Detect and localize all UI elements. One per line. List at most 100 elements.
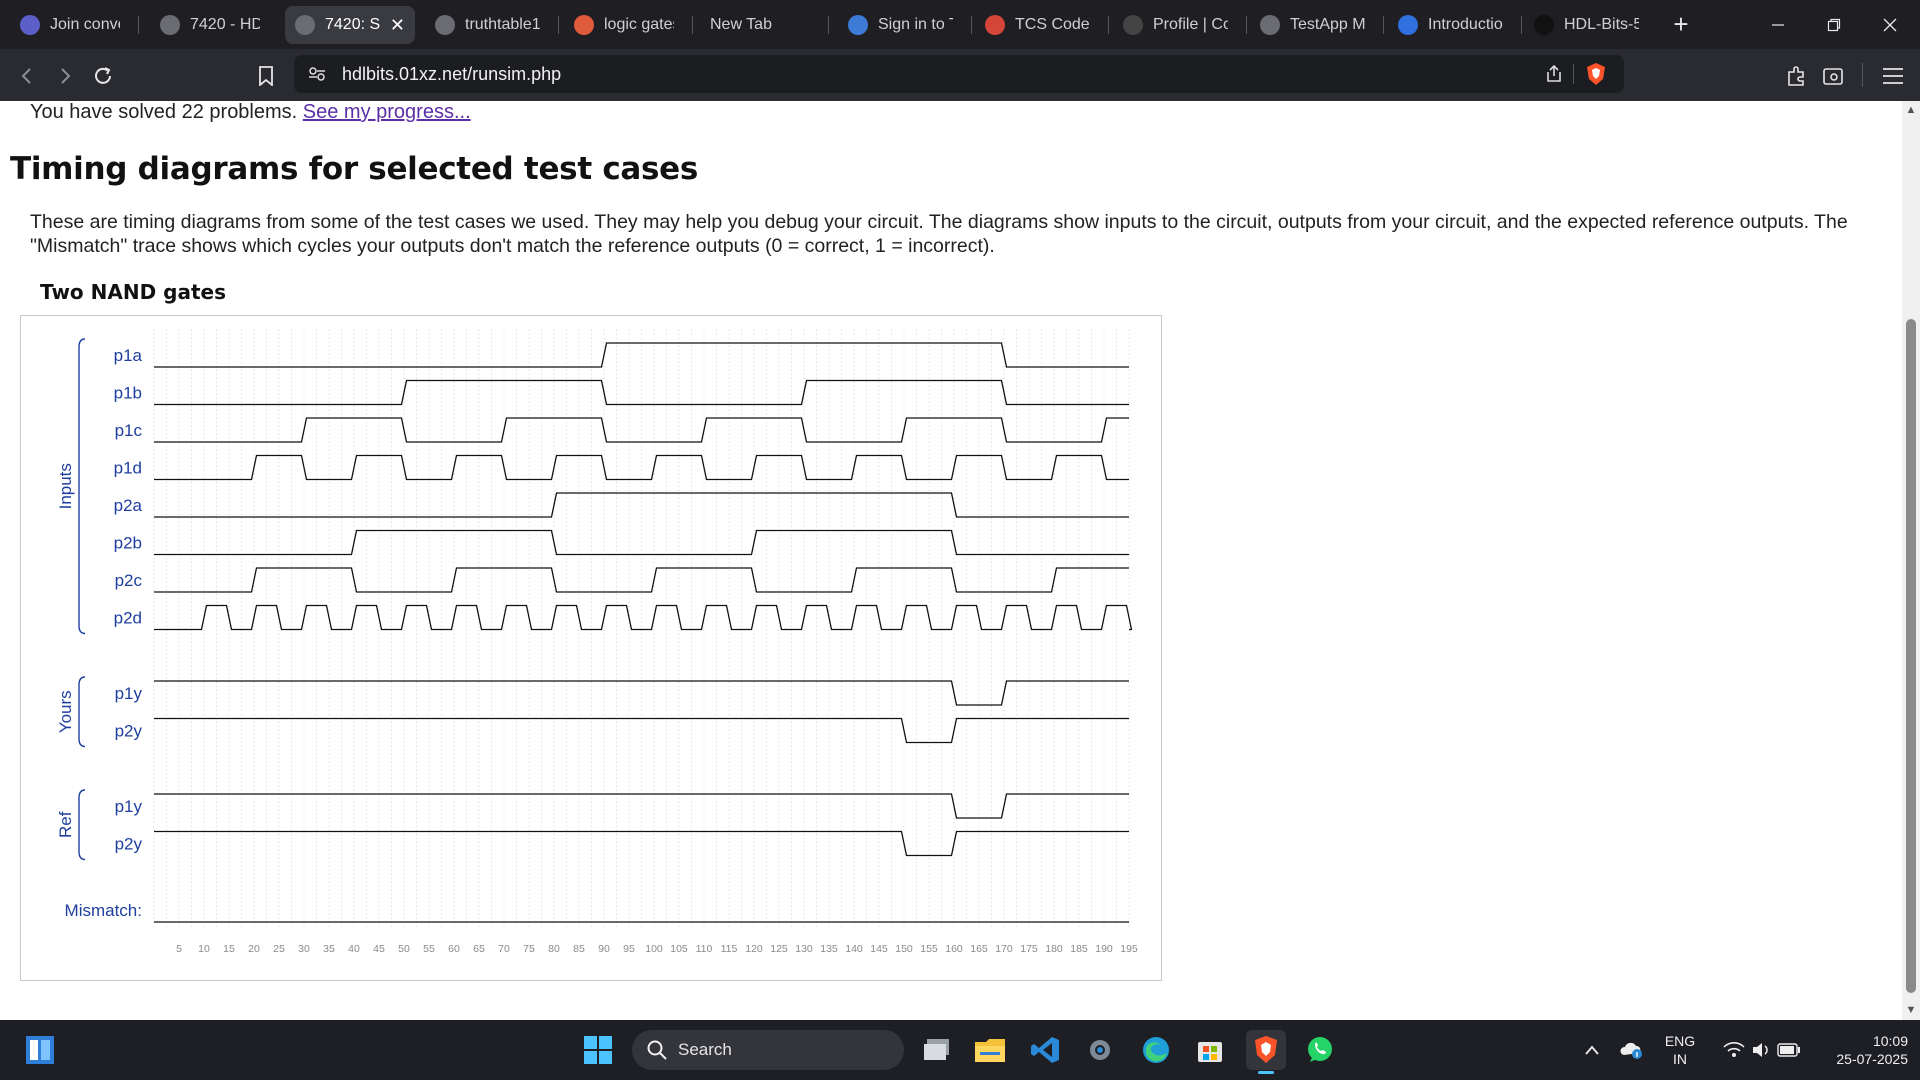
time-tick-label: 125 <box>770 943 788 955</box>
battery-icon <box>1777 1043 1800 1057</box>
signal-inputs-p1d-label: p1d <box>114 459 142 478</box>
extensions-button[interactable] <box>1782 61 1812 91</box>
signal-inputs-p1d-trace <box>154 454 1129 481</box>
browser-tab[interactable]: TestApp Ma <box>1250 6 1375 44</box>
signal-inputs-p2a-label: p2a <box>114 496 143 515</box>
browser-tab[interactable]: HDL-Bits-5 <box>1524 6 1649 44</box>
browser-tab[interactable]: Introductio <box>1388 6 1513 44</box>
time-tick-label: 175 <box>1020 943 1038 955</box>
restore-button[interactable] <box>1806 0 1862 49</box>
scrollbar-thumb[interactable] <box>1906 319 1916 993</box>
wallet-button[interactable] <box>1818 61 1848 91</box>
new-tab-button[interactable]: + <box>1666 8 1696 40</box>
tab-title: TestApp Ma <box>1290 16 1365 33</box>
quick-settings-button[interactable] <box>1712 1030 1812 1070</box>
settings-icon <box>1090 1040 1110 1060</box>
browser-tab[interactable]: New Tab <box>700 6 820 44</box>
group-bracket <box>78 338 86 635</box>
signal-inputs-p1c-label: p1c <box>115 421 143 440</box>
time-tick-label: 45 <box>373 943 385 955</box>
vertical-scrollbar[interactable]: ▲ ▼ <box>1902 101 1920 1020</box>
clock-time: 10:09 <box>1872 1033 1908 1049</box>
time-tick-label: 30 <box>298 943 310 955</box>
time-tick-label: 20 <box>248 943 260 955</box>
see-progress-link[interactable]: See my progress... <box>303 101 471 123</box>
start-icon <box>26 1036 54 1064</box>
gmail-icon <box>985 15 1005 35</box>
signal-yours-p1y-label: p1y <box>115 684 143 703</box>
signal-inputs-p2a-trace <box>154 492 1129 518</box>
tab-title: TCS CodeV <box>1015 16 1090 33</box>
settings-button[interactable] <box>1080 1030 1120 1070</box>
brave-taskbar-button[interactable] <box>1246 1030 1286 1074</box>
address-bar[interactable]: hdlbits.01xz.net/runsim.php <box>294 55 1624 93</box>
browser-tab[interactable]: Join conver <box>10 6 130 44</box>
vscode-button[interactable] <box>1025 1030 1065 1070</box>
group-label-yours: Yours <box>56 690 75 733</box>
bookmark-button[interactable] <box>251 61 281 91</box>
close-window-button[interactable] <box>1862 0 1918 49</box>
forward-button[interactable] <box>50 61 80 91</box>
puzzle-icon <box>1788 66 1804 86</box>
time-tick-label: 55 <box>423 943 435 955</box>
browser-tab[interactable]: Profile | Co <box>1113 6 1238 44</box>
show-hidden-icons-button[interactable] <box>1572 1030 1612 1070</box>
time-tick-label: 195 <box>1120 943 1138 955</box>
tab-title: 7420 - HDL <box>190 16 260 33</box>
description-text: These are timing diagrams from some of t… <box>30 211 1848 257</box>
tab-title: New Tab <box>710 16 772 33</box>
time-tick-label: 150 <box>895 943 913 955</box>
minimize-button[interactable] <box>1750 0 1806 49</box>
reload-button[interactable] <box>88 61 118 91</box>
chevron-up-icon <box>1585 1045 1599 1055</box>
time-tick-label: 155 <box>920 943 938 955</box>
store-button[interactable] <box>1190 1030 1230 1070</box>
s-icon <box>1398 15 1418 35</box>
hdlbits-icon <box>160 15 180 35</box>
browser-tab[interactable]: 7420: S ✕ <box>285 6 415 44</box>
language-indicator[interactable]: ENG IN <box>1660 1032 1700 1068</box>
whatsapp-button[interactable] <box>1300 1030 1340 1070</box>
reload-icon <box>95 67 111 84</box>
brave-shields-icon[interactable] <box>1585 62 1607 86</box>
time-tick-label: 115 <box>721 943 738 955</box>
restore-icon <box>1827 18 1841 31</box>
scroll-up-arrow-icon[interactable]: ▲ <box>1902 101 1920 119</box>
task-view-button[interactable] <box>918 1030 958 1070</box>
browser-tab[interactable]: truthtable1 <box>425 6 550 44</box>
time-tick-label: 165 <box>970 943 988 955</box>
hdlbits-icon <box>295 15 315 35</box>
github-icon <box>1534 15 1554 35</box>
task-view-icon <box>924 1039 949 1060</box>
windows-start-button[interactable] <box>578 1030 618 1070</box>
onedrive-button[interactable] <box>1614 1030 1650 1070</box>
hdlbits-icon <box>435 15 455 35</box>
time-tick-label: 120 <box>745 943 763 955</box>
browser-tab[interactable]: Sign in to T <box>838 6 963 44</box>
tab-title: Profile | Co <box>1153 16 1228 33</box>
scroll-down-arrow-icon[interactable]: ▼ <box>1902 1001 1920 1019</box>
taskbar-search[interactable]: Search <box>632 1030 904 1070</box>
back-arrow-icon <box>21 68 31 84</box>
browser-tab[interactable]: 7420 - HDL <box>150 6 270 44</box>
browser-tab[interactable]: logic gates <box>564 6 684 44</box>
signal-ref-p1y-label: p1y <box>115 797 143 816</box>
start-button[interactable] <box>20 1030 60 1070</box>
file-explorer-button[interactable] <box>970 1030 1010 1070</box>
time-tick-label: 135 <box>820 943 838 955</box>
close-tab-icon[interactable]: ✕ <box>390 15 405 36</box>
browser-tab[interactable]: TCS CodeV <box>975 6 1100 44</box>
store-icon <box>1198 1042 1222 1062</box>
edge-button[interactable] <box>1136 1030 1176 1070</box>
timing-diagram: p1a p1b p1c p1d p2a p2b p2c p2d Inputs p1y p2y Your… <box>20 315 1162 981</box>
menu-button[interactable] <box>1878 61 1908 91</box>
group-label-inputs: Inputs <box>56 463 75 509</box>
signal-yours-p2y-label: p2y <box>115 722 143 741</box>
time-tick-label: 105 <box>670 943 688 955</box>
back-button[interactable] <box>12 61 42 91</box>
signal-mismatch-label: Mismatch: <box>65 901 142 920</box>
solved-text: You have solved 22 problems. <box>30 101 298 123</box>
clock[interactable]: 10:09 25-07-2025 <box>1808 1032 1908 1068</box>
time-tick-label: 65 <box>473 943 485 955</box>
signal-ref-p2y-trace <box>154 830 1129 857</box>
